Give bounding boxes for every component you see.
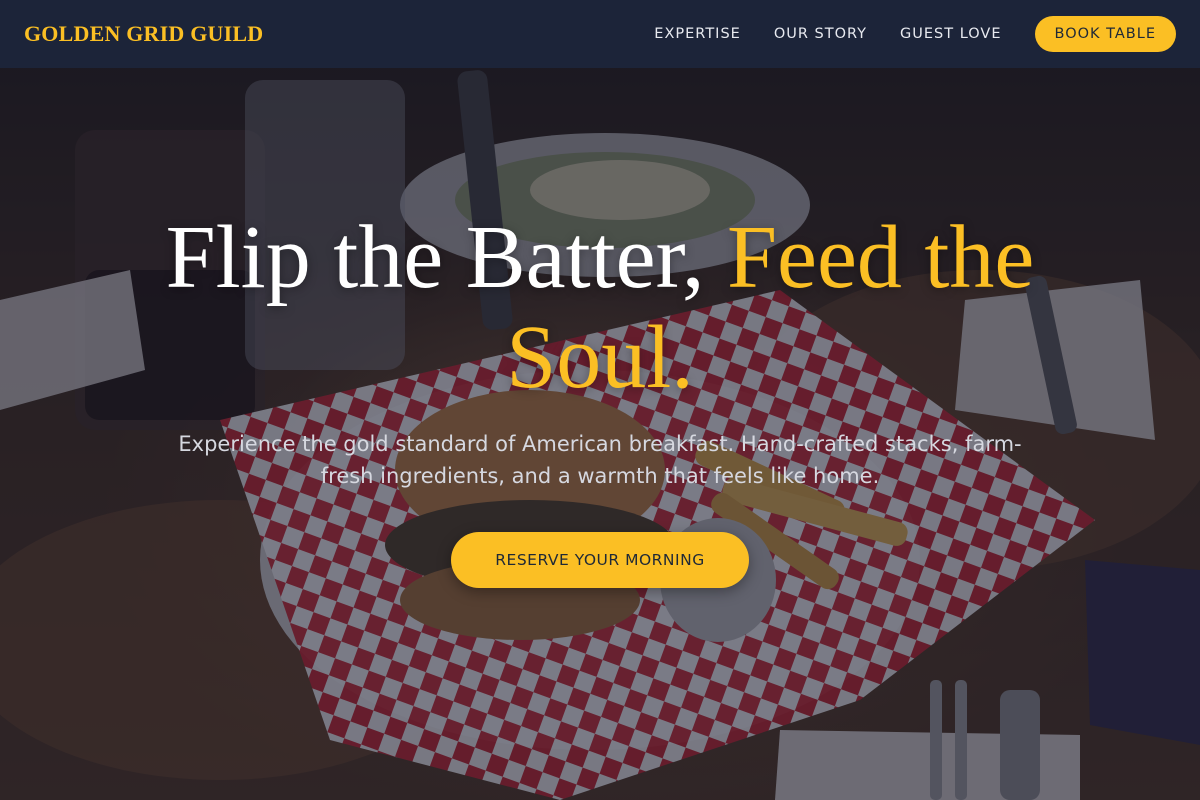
book-table-button[interactable]: BOOK TABLE bbox=[1034, 16, 1176, 52]
headline-white-part: Flip the Batter, bbox=[165, 208, 727, 307]
hero-section: Flip the Batter, Feed the Soul. Experien… bbox=[0, 0, 1200, 800]
hero-headline: Flip the Batter, Feed the Soul. bbox=[150, 208, 1050, 408]
hero-subtext: Experience the gold standard of American… bbox=[178, 432, 1022, 488]
nav-link-our-story[interactable]: OUR STORY bbox=[774, 26, 867, 42]
reserve-morning-button[interactable]: RESERVE YOUR MORNING bbox=[451, 532, 749, 588]
brand-logo[interactable]: GOLDEN GRID GUILD bbox=[24, 21, 263, 47]
top-navbar: GOLDEN GRID GUILD EXPERTISE OUR STORY GU… bbox=[0, 0, 1200, 68]
nav-link-expertise[interactable]: EXPERTISE bbox=[654, 26, 741, 42]
nav-links: EXPERTISE OUR STORY GUEST LOVE BOOK TABL… bbox=[654, 16, 1176, 52]
nav-link-guest-love[interactable]: GUEST LOVE bbox=[900, 26, 1001, 42]
